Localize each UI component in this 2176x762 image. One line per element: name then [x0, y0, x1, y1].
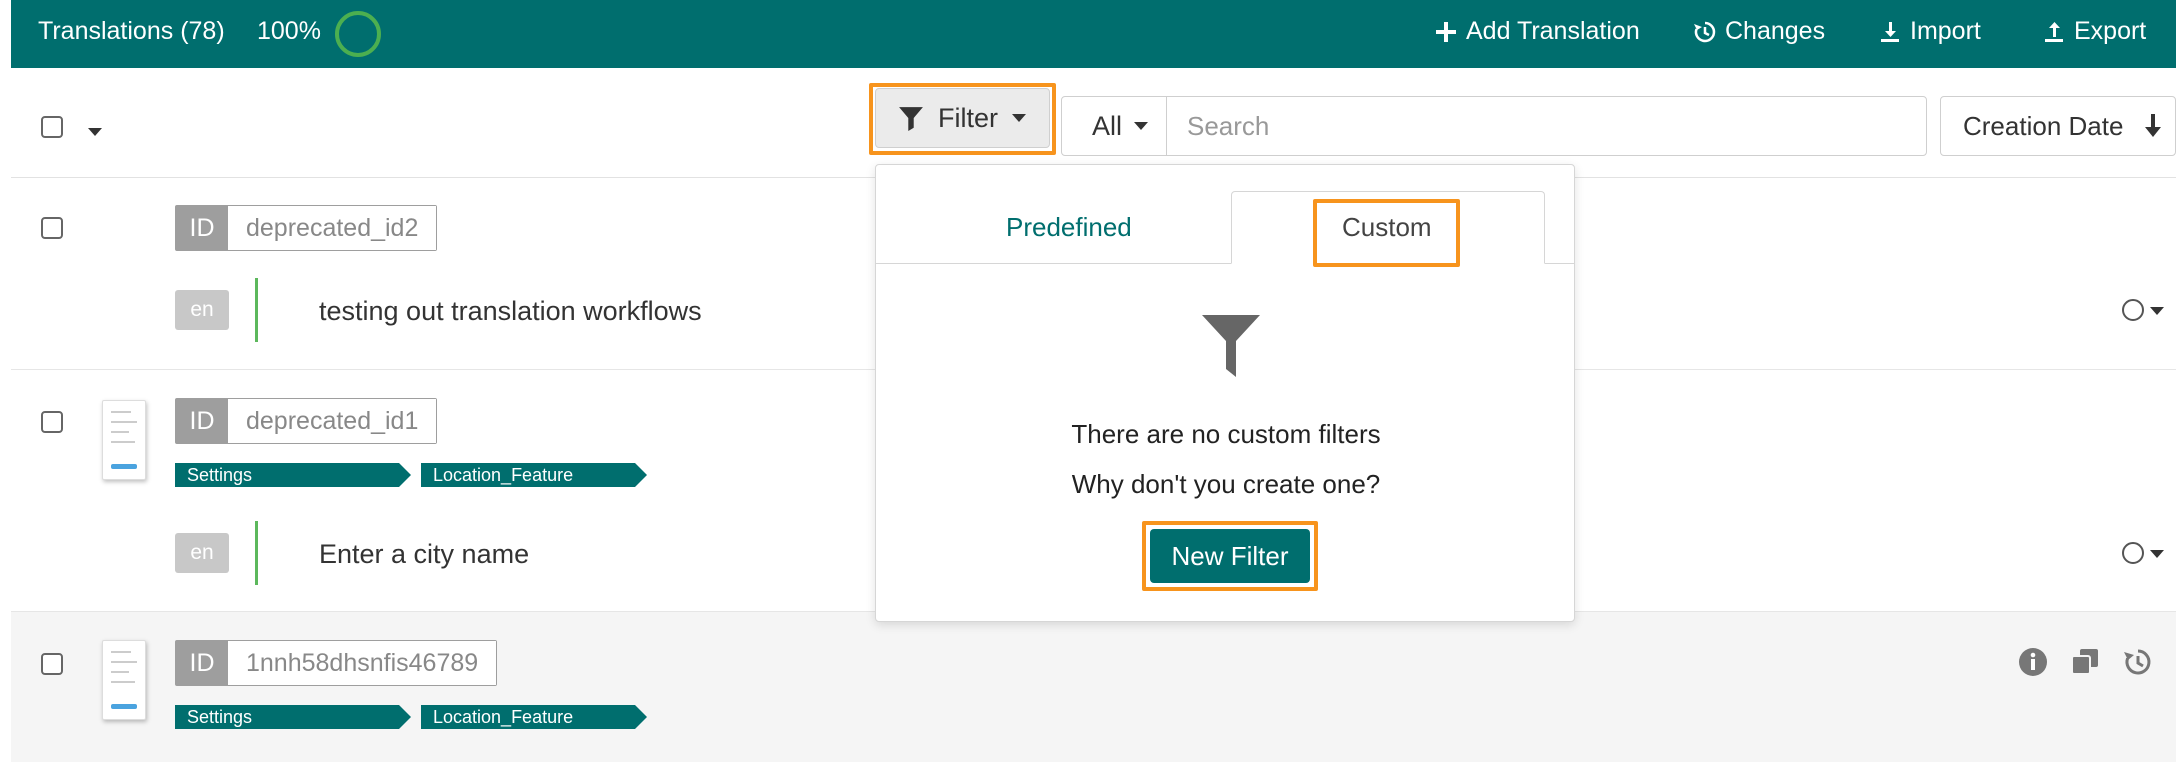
- export-button[interactable]: Export: [2042, 17, 2146, 46]
- empty-state-title: There are no custom filters: [1071, 419, 1381, 449]
- custom-tab-highlight: [1313, 199, 1460, 267]
- language-badge: en: [175, 533, 229, 573]
- id-value[interactable]: deprecated_id1: [228, 399, 437, 443]
- progress-ring-icon: [335, 11, 381, 57]
- import-icon: [1881, 21, 1899, 42]
- search-input[interactable]: [1166, 96, 1927, 156]
- state-circle-icon[interactable]: [2122, 299, 2144, 321]
- state-chevron-down-icon[interactable]: [2150, 550, 2164, 558]
- select-menu-chevron-down-icon[interactable]: [88, 128, 102, 136]
- status-bar: [255, 278, 258, 342]
- arrow-down-icon: [2145, 114, 2162, 137]
- translation-text[interactable]: testing out translation workflows: [319, 296, 702, 327]
- screenshot-thumbnail[interactable]: [102, 400, 146, 480]
- import-button[interactable]: Import: [1878, 17, 1981, 46]
- row-checkbox[interactable]: [41, 411, 63, 433]
- id-value[interactable]: deprecated_id2: [228, 206, 437, 250]
- tag-location-feature[interactable]: Location_Feature: [421, 463, 647, 487]
- id-label: ID: [176, 641, 228, 685]
- tag-settings[interactable]: Settings: [175, 705, 411, 729]
- screenshot-thumbnail[interactable]: [102, 640, 146, 720]
- sort-label: Creation Date: [1963, 110, 2124, 141]
- new-filter-highlight: [1142, 521, 1318, 591]
- id-label: ID: [176, 206, 228, 250]
- toolbar: Filter All Creation Date: [11, 68, 2176, 178]
- changes-label: Changes: [1725, 17, 1826, 45]
- tab-predefined[interactable]: Predefined: [1006, 212, 1132, 243]
- history-icon[interactable]: [2123, 647, 2153, 677]
- header-bar: Translations (78) 100% Add Translation C…: [11, 0, 2176, 68]
- sort-button[interactable]: Creation Date: [1940, 96, 2176, 156]
- empty-state-subtitle: Why don't you create one?: [1071, 469, 1381, 499]
- status-bar: [255, 521, 258, 585]
- import-label: Import: [1910, 17, 1981, 45]
- row-checkbox[interactable]: [41, 217, 63, 239]
- state-chevron-down-icon[interactable]: [2150, 307, 2164, 315]
- copy-icon[interactable]: [2070, 647, 2100, 677]
- funnel-icon: [1202, 315, 1260, 377]
- translations-panel: Translations (78) 100% Add Translation C…: [11, 0, 2176, 762]
- translation-row: ID 1nnh58dhsnfis46789 Settings Location_…: [11, 612, 2176, 762]
- history-icon: [1694, 21, 1716, 42]
- add-translation-label: Add Translation: [1466, 17, 1640, 45]
- select-all-checkbox[interactable]: [41, 116, 63, 138]
- page-title: Translations (78): [38, 17, 225, 45]
- tag-location-feature[interactable]: Location_Feature: [421, 705, 647, 729]
- state-circle-icon[interactable]: [2122, 542, 2144, 564]
- id-field: ID deprecated_id1: [175, 398, 438, 444]
- id-field: ID 1nnh58dhsnfis46789: [175, 640, 498, 686]
- export-icon: [2045, 21, 2063, 42]
- language-badge: en: [175, 290, 229, 330]
- filter-dropdown: Predefined Custom There are no custom fi…: [875, 164, 1575, 622]
- tag-settings[interactable]: Settings: [175, 463, 411, 487]
- id-label: ID: [176, 399, 228, 443]
- left-edge: [0, 0, 11, 762]
- id-value[interactable]: 1nnh58dhsnfis46789: [228, 641, 497, 685]
- scope-dropdown[interactable]: All: [1061, 96, 1167, 156]
- filter-highlight: [869, 83, 1056, 155]
- scope-label: All: [1092, 110, 1123, 141]
- translation-text[interactable]: Enter a city name: [319, 539, 529, 570]
- plus-icon: [1436, 21, 1456, 42]
- export-label: Export: [2074, 17, 2147, 45]
- id-field: ID deprecated_id2: [175, 205, 438, 251]
- scope-chevron-down-icon: [1134, 122, 1149, 130]
- progress-percent: 100%: [257, 17, 321, 45]
- changes-button[interactable]: Changes: [1693, 17, 1825, 46]
- info-icon[interactable]: [2018, 647, 2048, 677]
- row-checkbox[interactable]: [41, 653, 63, 675]
- add-translation-button[interactable]: Add Translation: [1434, 17, 1640, 46]
